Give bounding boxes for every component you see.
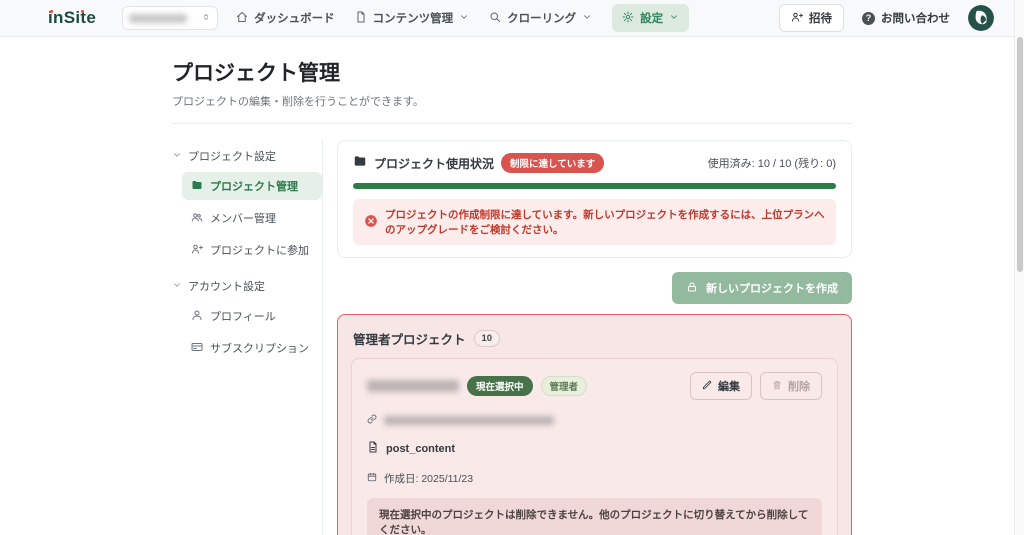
folder-icon [191,179,203,194]
nav-item-label: ダッシュボード [254,13,335,25]
page-subtitle: プロジェクトの編集・削除を行うことができます。 [172,96,424,108]
users-icon [191,211,203,226]
project-url-redacted [384,415,554,425]
app-logo[interactable]: inSite [48,8,96,28]
logo-dot [81,10,84,13]
chevron-down-icon [172,280,182,293]
document-icon [355,11,367,26]
usage-progress-bar [353,183,836,189]
up-down-icon [201,9,211,27]
sidebar-item-label: サブスクリプション [210,343,309,355]
search-icon [489,11,501,26]
project-name-redacted [367,380,459,392]
invite-button[interactable]: 招待 [779,4,844,32]
admin-projects-section: 管理者プロジェクト 10 現在選択中 管理者 編集 削除 post_conten… [337,314,852,535]
chevron-down-icon [582,12,592,25]
sidebar-group-label: アカウント設定 [188,281,265,293]
project-selector-value-redacted [129,13,188,23]
page-content: プロジェクト管理 プロジェクトの編集・削除を行うことができます。 プロジェクト設… [172,37,852,535]
cannot-delete-note: 現在選択中のプロジェクトは削除できません。他のプロジェクトに切り替えてから削除し… [367,498,822,535]
scrollbar-thumb[interactable] [1017,37,1023,272]
chevron-down-icon [459,12,469,25]
home-icon [236,11,248,26]
user-plus-icon [791,11,803,26]
file-icon [367,440,379,458]
main-nav: ダッシュボード コンテンツ管理 クローリング 設定 [236,4,690,32]
logo-dot [49,10,53,13]
sidebar-item-label: メンバー管理 [210,213,276,225]
question-icon: ? [862,11,875,25]
contact-label: お問い合わせ [881,13,950,25]
project-selector[interactable] [122,6,219,30]
pencil-icon [702,380,712,393]
app-logo-text: inSite [48,8,97,27]
usage-status-card: プロジェクト使用状況 制限に達しています 使用済み: 10 / 10 (残り: … [337,140,852,258]
brand-avatar[interactable] [968,5,994,31]
sidebar-item-join-project[interactable]: プロジェクトに参加 [182,236,322,264]
current-project-badge: 現在選択中 [467,376,533,396]
sidebar-item-label: プロフィール [210,311,276,323]
usage-title: プロジェクト使用状況 [374,156,495,171]
gear-icon [622,11,634,26]
limit-alert: プロジェクトの作成制限に達しています。新しいプロジェクトを作成するには、上位プラ… [353,199,836,245]
projects-count-badge: 10 [473,330,501,347]
create-project-button[interactable]: 新しいプロジェクトを作成 [672,272,852,304]
calendar-icon [367,469,377,487]
delete-button[interactable]: 削除 [760,372,822,400]
sidebar-item-profile[interactable]: プロフィール [182,302,322,330]
project-card: 現在選択中 管理者 編集 削除 post_content 作成日: 2025/1… [351,358,838,535]
card-icon [191,341,203,356]
nav-item-label: クローリング [507,13,577,25]
chevron-down-icon [172,150,182,163]
page-scrollbar[interactable] [1014,0,1024,535]
page-title: プロジェクト管理 [172,62,340,85]
top-navbar: inSite ダッシュボード コンテンツ管理 クローリング 設定 招待 ? お問… [0,0,1024,37]
usage-count-text: 使用済み: 10 / 10 (残り: 0) [707,158,836,170]
content-selector-value: post_content [386,443,456,455]
settings-sidebar: プロジェクト設定 プロジェクト管理 メンバー管理 プロジェクトに参加 アカウント… [172,140,322,535]
nav-item-content-management[interactable]: コンテンツ管理 [355,10,470,26]
header-divider [172,123,852,124]
edit-button[interactable]: 編集 [690,372,752,400]
lock-icon [686,281,698,296]
sidebar-item-label: プロジェクトに参加 [210,245,309,257]
sidebar-group-label: プロジェクト設定 [188,151,276,163]
delete-button-label: 削除 [788,381,810,393]
sidebar-item-label: プロジェクト管理 [210,181,298,193]
x-circle-icon [364,214,378,231]
user-icon [191,309,203,324]
nav-item-label: 設定 [640,13,664,25]
sidebar-item-project-management[interactable]: プロジェクト管理 [182,172,322,200]
contact-link[interactable]: ? お問い合わせ [862,10,950,26]
edit-button-label: 編集 [718,381,740,393]
admin-projects-title: 管理者プロジェクト [353,333,466,347]
nav-item-settings[interactable]: 設定 [612,4,690,32]
sidebar-item-subscription[interactable]: サブスクリプション [182,334,322,362]
limit-alert-text: プロジェクトの作成制限に達しています。新しいプロジェクトを作成するには、上位プラ… [385,209,825,236]
sidebar-group-project-settings[interactable]: プロジェクト設定 [172,148,322,164]
nav-item-dashboard[interactable]: ダッシュボード [236,10,335,26]
limit-reached-badge: 制限に達しています [501,153,605,173]
invite-button-label: 招待 [809,13,832,25]
main-panel: プロジェクト使用状況 制限に達しています 使用済み: 10 / 10 (残り: … [323,140,852,535]
nav-item-crawling[interactable]: クローリング [489,10,592,26]
trash-icon [772,380,782,393]
nav-item-label: コンテンツ管理 [372,13,454,25]
sidebar-item-member-management[interactable]: メンバー管理 [182,204,322,232]
chevron-down-icon [669,12,679,25]
folder-icon [353,154,367,173]
user-plus-icon [191,243,203,258]
link-icon [367,411,377,429]
admin-role-badge: 管理者 [540,376,588,396]
create-project-label: 新しいプロジェクトを作成 [706,283,838,295]
created-date: 作成日: 2025/11/23 [384,472,474,485]
sidebar-group-account-settings[interactable]: アカウント設定 [172,278,322,294]
